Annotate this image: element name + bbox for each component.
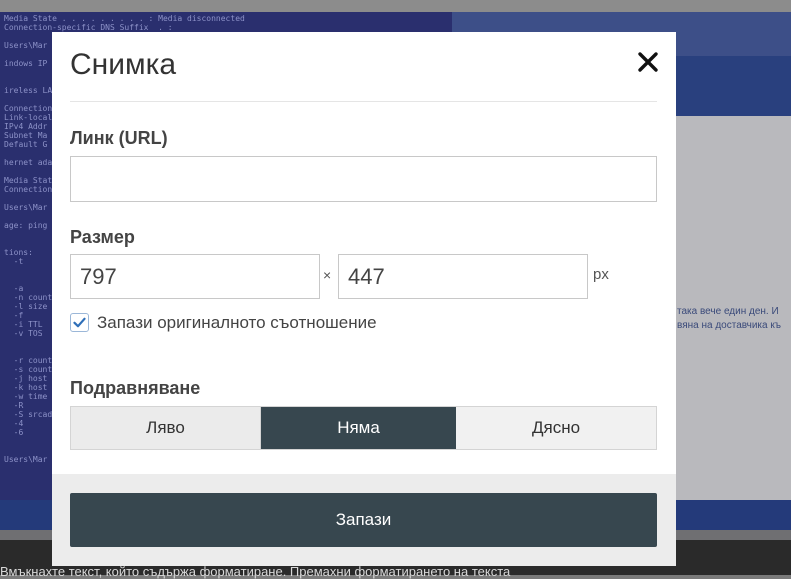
checkmark-icon xyxy=(73,317,86,328)
background-right-text: така вече един ден. И вяна на доставчика… xyxy=(677,306,781,331)
height-input[interactable] xyxy=(338,254,588,299)
dimension-separator: × xyxy=(323,267,332,283)
dialog-title: Снимка xyxy=(70,48,177,81)
keep-ratio-label[interactable]: Запази оригиналното съотношение xyxy=(97,313,377,333)
width-input[interactable] xyxy=(70,254,320,299)
title-divider xyxy=(70,101,657,102)
close-button[interactable] xyxy=(636,50,660,74)
url-label: Линк (URL) xyxy=(70,128,168,148)
close-icon xyxy=(638,52,658,72)
paste-format-notice: Вмъкнахте текст, който съдържа форматира… xyxy=(0,564,511,579)
unit-label: px xyxy=(593,266,609,283)
size-label: Размер xyxy=(70,227,135,247)
keep-ratio-checkbox[interactable] xyxy=(70,313,89,332)
align-right-button[interactable]: Дясно xyxy=(456,407,656,449)
dialog-footer: Запази xyxy=(52,474,676,566)
background-top-bar xyxy=(0,0,791,12)
alignment-button-group: Ляво Няма Дясно xyxy=(70,406,657,450)
image-dialog: Снимка Линк (URL) Размер × px Запази ори… xyxy=(52,32,676,566)
save-button[interactable]: Запази xyxy=(70,493,657,547)
align-none-button[interactable]: Няма xyxy=(261,407,456,449)
alignment-label: Подравняване xyxy=(70,378,201,398)
url-input[interactable] xyxy=(70,156,657,202)
align-left-button[interactable]: Ляво xyxy=(71,407,261,449)
